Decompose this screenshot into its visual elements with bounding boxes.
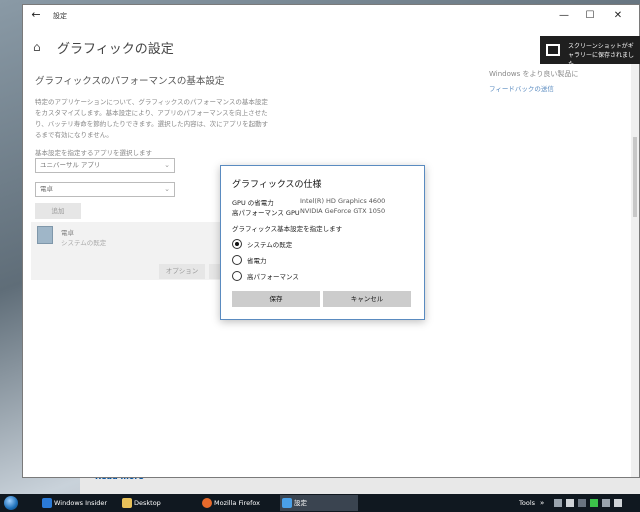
screenshot-toast[interactable]: スクリーンショットがギャラリーに保存されました [540, 36, 640, 68]
status-green-icon[interactable] [590, 499, 598, 507]
spec-value-high-performance: NVIDIA GeForce GTX 1050 [300, 207, 386, 215]
section-description: 特定のアプリケーションについて、グラフィックスのパフォーマンスの基本設定をカスタ… [35, 98, 269, 139]
close-button[interactable]: ✕ [607, 8, 629, 24]
radio-label: 省電力 [247, 257, 267, 265]
app-dropdown[interactable]: 電卓 ⌄ [35, 182, 175, 197]
window-title: 設定 [53, 12, 67, 20]
minimize-button[interactable]: — [553, 8, 575, 24]
taskbar-item-firefox[interactable]: Mozilla Firefox [200, 495, 278, 511]
feedback-heading: Windows をより良い製品に [489, 70, 579, 78]
dialog-title: グラフィックスの仕様 [232, 180, 322, 190]
taskbar-item-insider[interactable]: Windows Insider Prog... [40, 495, 118, 511]
chevron-down-icon: ⌄ [164, 161, 170, 169]
calculator-icon [37, 226, 53, 244]
scrollbar-thumb[interactable] [633, 137, 637, 217]
radio-label: システムの既定 [247, 241, 293, 249]
radio-label: 高パフォーマンス [247, 273, 299, 281]
toast-text: スクリーンショットがギャラリーに保存されました [568, 43, 635, 68]
graphics-spec-dialog: グラフィックスの仕様 GPU の省電力 Intel(R) HD Graphics… [220, 165, 425, 320]
radio-high-performance[interactable]: 高パフォーマンス [232, 270, 352, 282]
taskbar-item-label: Desktop [134, 499, 161, 507]
gear-icon [282, 498, 292, 508]
spec-label-high-performance: 高パフォーマンス GPU [232, 209, 300, 217]
firefox-icon [42, 498, 52, 508]
chevron-down-icon: ⌄ [164, 185, 170, 193]
app-card-name: 電卓 [61, 229, 74, 237]
taskbar-item-desktop[interactable]: Desktop [120, 495, 198, 511]
app-card-subtitle: システムの既定 [61, 239, 107, 247]
tray-app-icon[interactable] [602, 499, 610, 507]
tray-app-icon[interactable] [578, 499, 586, 507]
taskbar-item-label: Mozilla Firefox [214, 499, 260, 507]
radio-selected-icon [232, 239, 242, 249]
feedback-link[interactable]: フィードバックの送信 [489, 83, 554, 93]
home-icon[interactable]: ⌂ [33, 41, 45, 53]
start-button[interactable] [4, 496, 18, 510]
radio-unselected-icon [232, 255, 242, 265]
maximize-button[interactable]: ☐ [579, 8, 601, 24]
network-icon[interactable] [554, 499, 562, 507]
page-title: グラフィックの設定 [57, 42, 174, 57]
radio-system-default[interactable]: システムの既定 [232, 238, 352, 250]
radio-power-saving[interactable]: 省電力 [232, 254, 352, 266]
select-app-label: 基本設定を指定するアプリを選択します [35, 149, 152, 157]
scrollbar[interactable] [631, 57, 639, 477]
section-subtitle: グラフィックスのパフォーマンスの基本設定 [35, 76, 225, 87]
app-type-dropdown[interactable]: ユニバーサル アプリ ⌄ [35, 158, 175, 173]
folder-icon [122, 498, 132, 508]
radio-unselected-icon [232, 271, 242, 281]
tray-overflow-icon[interactable]: » [540, 494, 544, 512]
app-value: 電卓 [40, 185, 53, 193]
gallery-icon [546, 44, 560, 56]
spec-label-power-saving: GPU の省電力 [232, 199, 274, 207]
spec-value-power-saving: Intel(R) HD Graphics 4600 [300, 197, 386, 205]
save-button[interactable]: 保存 [232, 291, 320, 307]
taskbar-item-settings[interactable]: 設定 [280, 495, 358, 511]
taskbar-item-label: 設定 [294, 499, 307, 507]
volume-icon[interactable] [566, 499, 574, 507]
back-arrow-icon[interactable]: ← [29, 8, 43, 22]
add-button[interactable]: 追加 [35, 203, 81, 219]
firefox-icon [202, 498, 212, 508]
preference-label: グラフィックス基本設定を指定します [232, 225, 343, 233]
taskbar: Windows Insider Prog... Desktop Mozilla … [0, 494, 640, 512]
taskbar-item-label: Windows Insider Prog... [54, 499, 108, 507]
cancel-button[interactable]: キャンセル [323, 291, 411, 307]
tools-toolbar-label[interactable]: Tools [519, 494, 535, 512]
options-button[interactable]: オプション [159, 264, 205, 279]
notification-icon[interactable] [614, 499, 622, 507]
app-type-value: ユニバーサル アプリ [40, 161, 101, 169]
title-bar: ← 設定 — ☐ ✕ [23, 5, 639, 27]
